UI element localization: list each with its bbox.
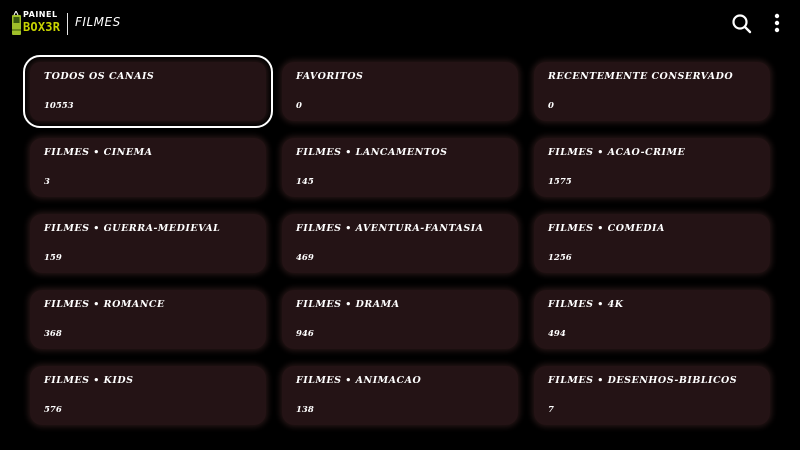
category-label: FAVORITOS (296, 71, 364, 82)
category-card[interactable]: FILMES • DESENHOS-BIBLICOS 7 (534, 366, 770, 425)
category-card[interactable]: FILMES • COMEDIA 1256 (534, 214, 770, 273)
category-count: 469 (296, 253, 314, 263)
category-card[interactable]: FILMES • DRAMA 946 (282, 290, 518, 349)
category-count: 494 (548, 329, 566, 339)
category-count: 0 (548, 101, 554, 111)
category-label: RECENTEMENTE CONSERVADO (548, 71, 734, 82)
category-count: 1575 (548, 177, 572, 187)
category-card[interactable]: FILMES • CINEMA 3 (30, 138, 266, 197)
category-card[interactable]: FILMES • GUERRA-MEDIEVAL 159 (30, 214, 266, 273)
category-count: 138 (296, 405, 314, 415)
category-count: 368 (44, 329, 62, 339)
category-card[interactable]: FILMES • 4K 494 (534, 290, 770, 349)
category-label: FILMES • LANCAMENTOS (296, 147, 448, 158)
category-label: FILMES • DESENHOS-BIBLICOS (548, 375, 738, 386)
category-label: FILMES • GUERRA-MEDIEVAL (44, 223, 221, 234)
category-grid: TODOS OS CANAIS 10553 FAVORITOS 0 RECENT… (0, 0, 800, 450)
category-label: FILMES • ACAO-CRIME (548, 147, 686, 158)
category-label: FILMES • 4K (548, 299, 624, 310)
category-card[interactable]: FILMES • ROMANCE 368 (30, 290, 266, 349)
category-label: FILMES • AVENTURA-FANTASIA (296, 223, 484, 234)
category-count: 576 (44, 405, 62, 415)
category-label: FILMES • COMEDIA (548, 223, 665, 234)
category-label: FILMES • ROMANCE (44, 299, 165, 310)
category-count: 946 (296, 329, 314, 339)
category-count: 0 (296, 101, 302, 111)
category-card[interactable]: FILMES • AVENTURA-FANTASIA 469 (282, 214, 518, 273)
category-card[interactable]: FILMES • KIDS 576 (30, 366, 266, 425)
category-count: 145 (296, 177, 314, 187)
category-label: FILMES • KIDS (44, 375, 134, 386)
category-card[interactable]: FILMES • ANIMACAO 138 (282, 366, 518, 425)
category-count: 10553 (44, 101, 74, 111)
category-label: FILMES • CINEMA (44, 147, 153, 158)
category-card[interactable]: TODOS OS CANAIS 10553 (23, 55, 273, 128)
category-label: FILMES • ANIMACAO (296, 375, 422, 386)
category-card[interactable]: FILMES • LANCAMENTOS 145 (282, 138, 518, 197)
category-card[interactable]: FAVORITOS 0 (282, 62, 518, 121)
category-label: TODOS OS CANAIS (44, 71, 155, 82)
category-count: 159 (44, 253, 62, 263)
category-count: 3 (44, 177, 50, 187)
category-card[interactable]: RECENTEMENTE CONSERVADO 0 (534, 62, 770, 121)
category-count: 7 (548, 405, 554, 415)
category-card[interactable]: FILMES • ACAO-CRIME 1575 (534, 138, 770, 197)
category-count: 1256 (548, 253, 572, 263)
category-label: FILMES • DRAMA (296, 299, 400, 310)
